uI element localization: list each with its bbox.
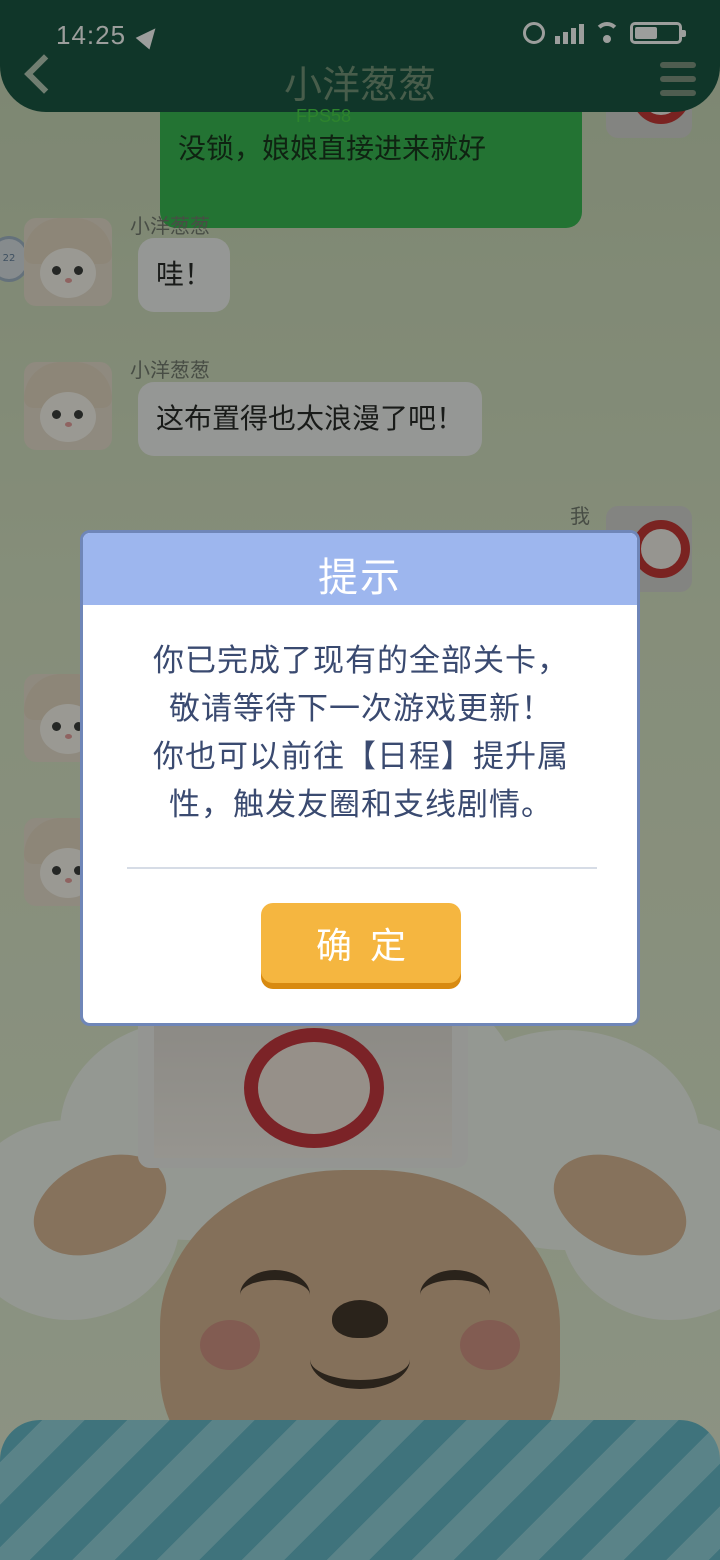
dialog-message-line: 你也可以前往【日程】提升属 xyxy=(153,739,569,775)
dialog-divider xyxy=(127,867,597,869)
dialog-message-line: 敬请等待下一次游戏更新！ xyxy=(169,691,553,727)
confirm-button-label: 确定 xyxy=(315,926,424,967)
notice-dialog: 提示 你已完成了现有的全部关卡， 敬请等待下一次游戏更新！ 你也可以前往【日程】… xyxy=(80,530,640,1026)
dialog-header: 提示 xyxy=(83,533,637,605)
confirm-button[interactable]: 确定 xyxy=(261,903,461,983)
dialog-title: 提示 xyxy=(318,555,402,601)
dialog-message-line: 你已完成了现有的全部关卡， xyxy=(153,643,569,679)
dialog-message: 你已完成了现有的全部关卡， 敬请等待下一次游戏更新！ 你也可以前往【日程】提升属… xyxy=(103,637,619,829)
dialog-message-line: 性，触发友圈和支线剧情。 xyxy=(169,787,553,823)
